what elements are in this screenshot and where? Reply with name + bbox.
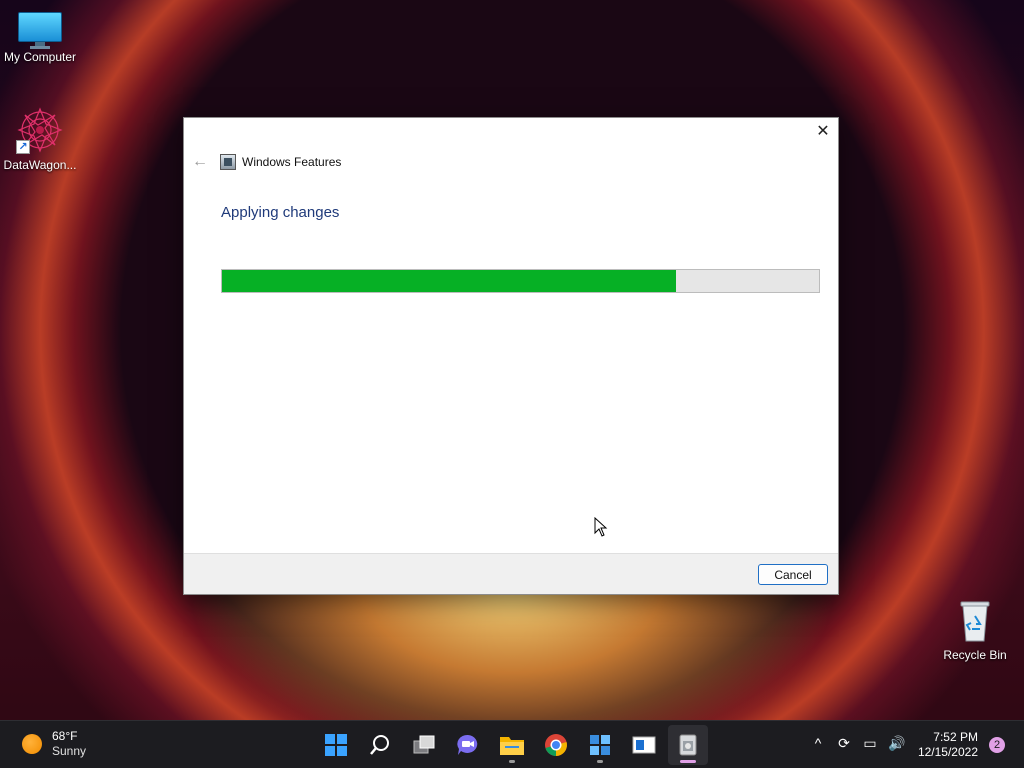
- desktop-icon-label: DataWagon...: [3, 158, 77, 172]
- desktop-icon-label: Recycle Bin: [943, 648, 1007, 662]
- sync-icon[interactable]: ⟳: [836, 735, 852, 752]
- media-app-icon: [632, 736, 656, 754]
- chat-icon: [457, 734, 478, 755]
- start-button[interactable]: [316, 725, 356, 765]
- applying-changes-heading: Applying changes: [221, 204, 340, 221]
- dialog-title: Windows Features: [242, 155, 342, 169]
- desktop-icon-datawagon[interactable]: ↗ DataWagon...: [0, 106, 80, 172]
- windows-features-dialog: ✕ ← Windows Features Applying changes Ca…: [183, 117, 839, 595]
- chevron-up-icon[interactable]: ^: [810, 735, 826, 752]
- system-tray: ^ ⟳ ▭ 🔊: [800, 735, 906, 752]
- shortcut-arrow-icon: ↗: [16, 140, 30, 154]
- desktop-icon-label: My Computer: [3, 50, 77, 64]
- file-explorer-button[interactable]: [492, 725, 532, 765]
- sun-icon: [22, 734, 42, 754]
- windows-features-icon: [220, 154, 236, 170]
- monitor-icon: [18, 12, 62, 49]
- windows-features-button[interactable]: [580, 725, 620, 765]
- cancel-button[interactable]: Cancel: [758, 564, 828, 585]
- dialog-footer: Cancel: [184, 553, 838, 594]
- clock-time: 7:52 PM: [933, 730, 978, 744]
- notification-badge[interactable]: 2: [989, 737, 1005, 753]
- close-icon[interactable]: ✕: [814, 122, 832, 142]
- clock-date: 12/15/2022: [917, 745, 978, 759]
- weather-condition: Sunny: [52, 744, 87, 758]
- chat-button[interactable]: [448, 725, 488, 765]
- windows-start-icon: [325, 734, 347, 756]
- back-arrow-icon[interactable]: ←: [192, 154, 208, 170]
- mandala-icon: ↗: [16, 106, 64, 154]
- search-button[interactable]: [360, 725, 400, 765]
- file-explorer-icon: [500, 737, 524, 755]
- desktop-icon-my-computer[interactable]: My Computer: [0, 12, 80, 64]
- windows-features-icon: [590, 735, 610, 755]
- progress-bar: [221, 269, 820, 293]
- dialog-nav-bar: ← Windows Features: [192, 154, 341, 170]
- taskbar: 68°F Sunny ^ ⟳ ▭ 🔊 7:52 PM 12/15/2022 2: [0, 720, 1024, 768]
- chrome-icon: [545, 734, 567, 756]
- taskbar-apps: [316, 725, 712, 765]
- progress-bar-fill: [222, 270, 676, 292]
- installer-button[interactable]: [668, 725, 708, 765]
- mouse-cursor-icon: [594, 517, 608, 537]
- task-view-button[interactable]: [404, 725, 444, 765]
- chrome-button[interactable]: [536, 725, 576, 765]
- desktop-icon-recycle-bin[interactable]: Recycle Bin: [935, 598, 1015, 662]
- recycle-bin-icon: [955, 598, 995, 644]
- search-icon: [370, 735, 389, 755]
- weather-widget[interactable]: 68°F Sunny: [22, 729, 86, 759]
- installer-icon: [679, 734, 697, 756]
- media-app-button[interactable]: [624, 725, 664, 765]
- weather-temperature: 68°F: [52, 729, 78, 743]
- network-icon[interactable]: ▭: [862, 735, 878, 752]
- task-view-icon: [413, 735, 435, 754]
- volume-icon[interactable]: 🔊: [888, 735, 905, 752]
- clock[interactable]: 7:52 PM 12/15/2022: [918, 730, 978, 760]
